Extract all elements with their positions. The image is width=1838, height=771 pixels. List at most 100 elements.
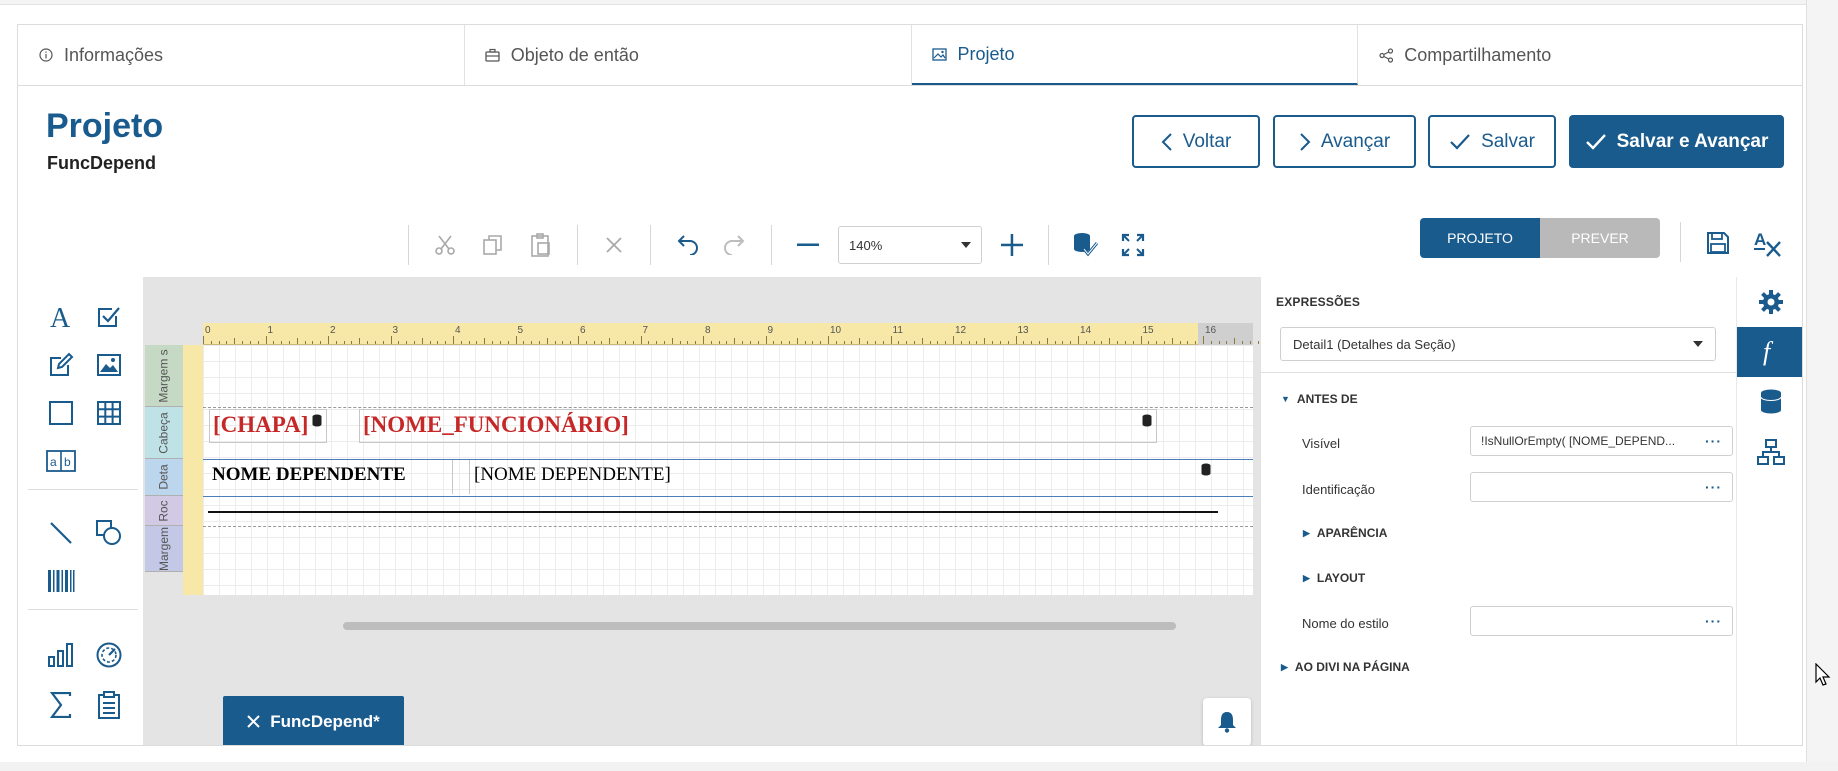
nome-funcionario-field-box[interactable]: [NOME_FUNCIONÁRIO] bbox=[359, 409, 1157, 443]
band-top-margin[interactable]: Margem s bbox=[145, 345, 183, 407]
ruler-tick bbox=[687, 341, 689, 344]
chapa-field-box[interactable]: [CHAPA] bbox=[209, 409, 327, 443]
ruler-tick bbox=[1148, 341, 1150, 344]
zoom-in-button[interactable] bbox=[994, 227, 1030, 263]
picture-icon bbox=[97, 354, 121, 376]
band-report-footer[interactable]: Roc bbox=[145, 496, 183, 526]
ruler-tick bbox=[1031, 341, 1033, 344]
nome-dependente-label-box[interactable]: NOME DEPENDENTE bbox=[209, 460, 453, 494]
check-icon bbox=[1585, 133, 1607, 151]
identification-input[interactable]: ··· bbox=[1470, 472, 1733, 502]
band-select[interactable]: Detail1 (Detalhes da Seção) bbox=[1280, 327, 1716, 361]
back-button[interactable]: Voltar bbox=[1132, 115, 1260, 168]
copy-button[interactable] bbox=[475, 227, 511, 263]
properties-tab[interactable] bbox=[1737, 277, 1802, 327]
ruler-tick bbox=[1234, 338, 1236, 344]
tab-label: Projeto bbox=[957, 43, 1015, 64]
undo-button[interactable] bbox=[669, 227, 705, 263]
collapsed-triangle-icon: ▶ bbox=[1303, 572, 1310, 583]
toolbox-subreport[interactable] bbox=[89, 685, 129, 725]
ruler-tick bbox=[624, 341, 626, 344]
visible-expression-input[interactable]: !IsNullOrEmpty( [NOME_DEPEND... ··· bbox=[1470, 426, 1733, 456]
tab-objeto[interactable]: Objeto de então bbox=[465, 25, 912, 85]
ruler-tick bbox=[1163, 341, 1165, 344]
design-surface[interactable]: 0 1 2 3 4 5 6 7 8 9 10 11 12 13 14 15 16 Margem s Cabeça… bbox=[143, 277, 1260, 745]
cut-button[interactable] bbox=[427, 227, 463, 263]
table-icon bbox=[97, 401, 121, 425]
toolbox-chart[interactable] bbox=[41, 635, 81, 675]
share-icon bbox=[1378, 47, 1394, 63]
report-page[interactable]: [CHAPA] [NOME_FUNCIONÁRIO] NOME DEPENDEN… bbox=[203, 345, 1253, 595]
preview-mode-button[interactable]: PREVER bbox=[1540, 218, 1660, 258]
ruler-number: 0 bbox=[205, 325, 211, 336]
vertical-ruler bbox=[183, 345, 203, 595]
ruler-tick bbox=[421, 338, 423, 344]
toolbox-summary[interactable] bbox=[41, 685, 81, 725]
tab-informacoes[interactable]: Informações bbox=[18, 25, 465, 85]
expressions-tab[interactable]: f bbox=[1737, 327, 1802, 377]
ellipsis-icon[interactable]: ··· bbox=[1705, 433, 1722, 449]
ruler-tick bbox=[1140, 336, 1142, 344]
ruler-tick bbox=[1078, 336, 1079, 344]
report-tab-label: FuncDepend* bbox=[270, 711, 380, 731]
save-and-next-button[interactable]: Salvar e Avançar bbox=[1569, 115, 1784, 168]
ruler-tick bbox=[328, 336, 329, 344]
ruler-tick bbox=[562, 341, 564, 344]
band-report-header[interactable]: Cabeça bbox=[145, 407, 183, 459]
fullscreen-button[interactable] bbox=[1115, 227, 1151, 263]
field-list-tab[interactable] bbox=[1737, 377, 1802, 427]
section-layout[interactable]: ▶ LAYOUT bbox=[1303, 571, 1365, 585]
section-appearance[interactable]: ▶ APARÊNCIA bbox=[1303, 526, 1387, 540]
ruler-tick bbox=[898, 341, 900, 344]
toolbox-shape[interactable] bbox=[89, 513, 129, 553]
design-mode-button[interactable]: PROJETO bbox=[1420, 218, 1540, 258]
delete-button[interactable] bbox=[596, 227, 632, 263]
ruler-tick bbox=[1007, 341, 1009, 344]
save-button[interactable]: Salvar bbox=[1428, 115, 1556, 168]
zoom-out-button[interactable] bbox=[790, 227, 826, 263]
footer-line[interactable] bbox=[208, 511, 1218, 513]
next-button[interactable]: Avançar bbox=[1273, 115, 1416, 168]
toolbox-checkbox[interactable] bbox=[89, 297, 129, 337]
style-name-input[interactable]: ··· bbox=[1470, 606, 1733, 636]
tab-projeto[interactable]: Projeto bbox=[911, 25, 1359, 85]
toolbox-label[interactable]: A bbox=[41, 297, 81, 337]
horizontal-scrollbar[interactable] bbox=[343, 622, 1176, 630]
toolbox-line[interactable] bbox=[41, 513, 81, 553]
caret-down-icon bbox=[1693, 341, 1703, 347]
ruler-tick bbox=[992, 341, 994, 344]
ellipsis-icon[interactable]: ··· bbox=[1705, 613, 1722, 629]
ruler-tick bbox=[913, 341, 915, 344]
report-tab[interactable]: FuncDepend* bbox=[223, 696, 404, 745]
toolbox-table[interactable] bbox=[89, 393, 129, 433]
localization-button[interactable]: A bbox=[1750, 225, 1786, 261]
section-before-print[interactable]: ▼ ANTES DE bbox=[1281, 392, 1358, 406]
toolbox-barcode[interactable] bbox=[41, 561, 81, 601]
save-report-button[interactable] bbox=[1700, 225, 1736, 261]
paste-button[interactable] bbox=[523, 227, 559, 263]
ruler-tick bbox=[718, 341, 720, 344]
ruler-tick bbox=[257, 341, 259, 344]
ruler-tick bbox=[492, 341, 494, 344]
ruler-number: 10 bbox=[830, 325, 842, 336]
redo-button[interactable] bbox=[717, 227, 753, 263]
ellipsis-icon[interactable]: ··· bbox=[1705, 479, 1722, 495]
notifications-button[interactable] bbox=[1203, 698, 1251, 745]
toolbox-panel[interactable] bbox=[41, 393, 81, 433]
ruler-tick bbox=[1171, 338, 1173, 344]
toolbox-character-comb[interactable]: ab bbox=[41, 441, 81, 481]
nome-dependente-field-box[interactable]: [NOME DEPENDENTE] bbox=[469, 460, 1215, 494]
section-page-break[interactable]: ▶ AO DIVI NA PÁGINA bbox=[1281, 660, 1410, 674]
tab-compartilhamento[interactable]: Compartilhamento bbox=[1358, 25, 1802, 85]
toolbox-gauge[interactable] bbox=[89, 635, 129, 675]
band-bottom-margin[interactable]: Margem bbox=[145, 526, 183, 572]
toolbox-rich-text[interactable] bbox=[41, 345, 81, 385]
validate-bindings-button[interactable] bbox=[1067, 227, 1103, 263]
zoom-select[interactable]: 140% bbox=[838, 226, 982, 264]
band-detail[interactable]: Deta bbox=[145, 459, 183, 496]
ruler-tick bbox=[773, 341, 775, 344]
ruler-tick bbox=[703, 336, 704, 344]
toolbox-picture[interactable] bbox=[89, 345, 129, 385]
report-explorer-tab[interactable] bbox=[1737, 427, 1802, 477]
toolbox-divider bbox=[28, 489, 138, 490]
